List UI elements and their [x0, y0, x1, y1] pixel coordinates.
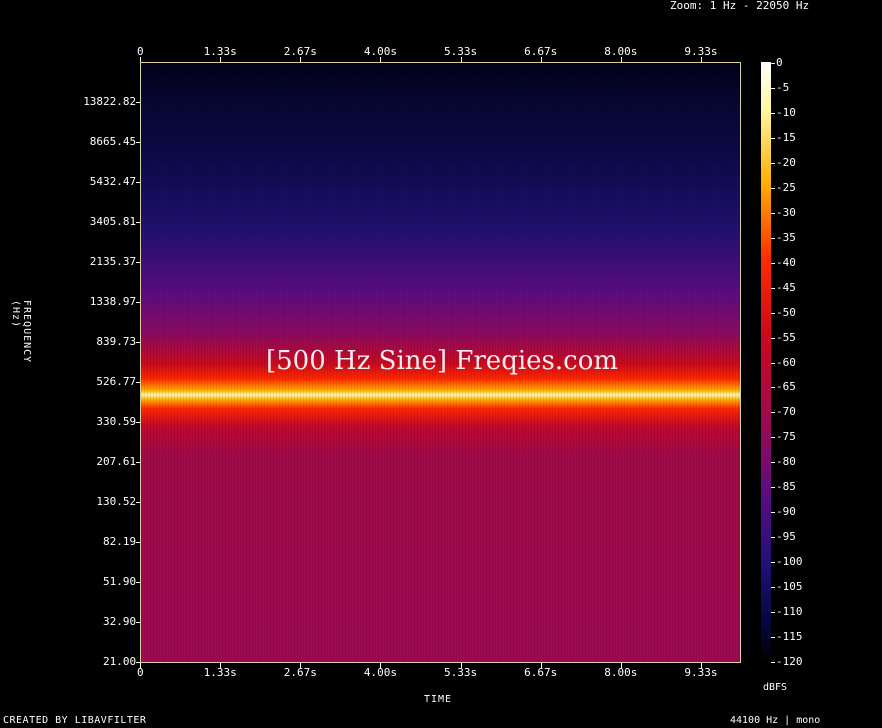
y-tick-label: 207.61 — [96, 455, 137, 468]
colorbar-tick-mark — [771, 187, 775, 189]
colorbar-tick-label: -15 — [776, 130, 796, 144]
colorbar-tick-label: -10 — [776, 105, 796, 119]
colorbar-tick-mark — [771, 337, 775, 339]
colorbar-tick-mark — [771, 437, 775, 439]
y-tick-label: 526.77 — [96, 375, 137, 388]
colorbar-tick-label: -20 — [776, 155, 796, 169]
x-axis-label: TIME — [424, 694, 453, 705]
colorbar-tick-label: -65 — [776, 380, 796, 394]
colorbar-tick-label: -60 — [776, 355, 796, 369]
footer-right: 44100 Hz | mono — [730, 715, 821, 726]
y-tick-label: 51.90 — [103, 575, 137, 588]
colorbar-tick-label: -85 — [776, 480, 796, 494]
colorbar-tick-mark — [771, 462, 775, 464]
x-tick-label-bottom: 6.67s — [524, 666, 558, 679]
x-tick-mark-bottom — [380, 663, 382, 668]
colorbar-tick-label: -75 — [776, 430, 796, 444]
zoom-label: Zoom: 1 Hz - 22050 Hz — [670, 0, 810, 12]
colorbar-tick-mark — [771, 487, 775, 489]
y-tick-label: 13822.82 — [83, 95, 137, 108]
colorbar-tick-mark — [771, 162, 775, 164]
y-tick-label: 130.52 — [96, 495, 137, 508]
x-tick-mark-bottom — [220, 663, 222, 668]
colorbar — [761, 62, 771, 663]
colorbar-tick-mark — [771, 362, 775, 364]
x-tick-label-bottom: 8.00s — [604, 666, 638, 679]
colorbar-tick-label: -50 — [776, 305, 796, 319]
colorbar-tick-label: 0 — [776, 56, 783, 69]
colorbar-tick-mark — [771, 237, 775, 239]
colorbar-tick-label: -35 — [776, 230, 796, 244]
colorbar-tick-label: -40 — [776, 255, 796, 269]
y-tick-label: 82.19 — [103, 535, 137, 548]
colorbar-tick-mark — [771, 587, 775, 589]
watermark-text: [500 Hz Sine] Freqies.com — [266, 346, 619, 376]
colorbar-gradient — [761, 62, 771, 663]
x-tick-mark-bottom — [700, 663, 702, 668]
y-tick-label: 3405.81 — [89, 215, 137, 228]
colorbar-tick-label: -55 — [776, 330, 796, 344]
x-tick-label-bottom: 0 — [137, 666, 144, 679]
y-axis-label-text: FREQUENCY (Hz) — [10, 300, 32, 364]
y-tick-label: 8665.45 — [89, 135, 137, 148]
colorbar-tick-label: -5 — [776, 80, 790, 94]
colorbar-tick-label: -115 — [776, 630, 803, 644]
x-tick-label-bottom: 2.67s — [283, 666, 317, 679]
colorbar-tick-label: -120 — [776, 655, 803, 668]
y-axis-label: FREQUENCY (Hz) — [2, 300, 44, 460]
colorbar-tick-mark — [771, 662, 775, 663]
x-tick-mark-bottom — [460, 663, 462, 668]
colorbar-tick-mark — [771, 287, 775, 289]
x-tick-mark-bottom — [620, 663, 622, 668]
x-tick-mark-bottom — [140, 663, 141, 668]
colorbar-tick-label: -25 — [776, 180, 796, 194]
colorbar-tick-mark — [771, 387, 775, 389]
footer-left: CREATED BY LIBAVFILTER — [3, 715, 147, 726]
colorbar-tick-mark — [771, 412, 775, 414]
colorbar-tick-label: -45 — [776, 280, 796, 294]
x-tick-label-bottom: 9.33s — [684, 666, 718, 679]
colorbar-tick-label: -110 — [776, 605, 803, 619]
y-tick-label: 1338.97 — [89, 295, 137, 308]
x-tick-mark-bottom — [540, 663, 542, 668]
colorbar-tick-mark — [771, 63, 775, 64]
colorbar-tick-mark — [771, 537, 775, 539]
colorbar-tick-mark — [771, 512, 775, 514]
y-tick-label: 32.90 — [103, 615, 137, 628]
colorbar-tick-mark — [771, 562, 775, 564]
colorbar-tick-label: -105 — [776, 580, 803, 594]
colorbar-tick-mark — [771, 262, 775, 264]
colorbar-tick-mark — [771, 87, 775, 89]
colorbar-tick-mark — [771, 312, 775, 314]
x-tick-label-bottom: 1.33s — [203, 666, 237, 679]
colorbar-tick-mark — [771, 137, 775, 139]
y-tick-label: 5432.47 — [89, 175, 137, 188]
colorbar-tick-label: -70 — [776, 405, 796, 419]
colorbar-tick-mark — [771, 112, 775, 114]
colorbar-tick-mark — [771, 637, 775, 639]
colorbar-tick-label: -30 — [776, 205, 796, 219]
x-tick-label-bottom: 4.00s — [363, 666, 398, 679]
colorbar-unit: dBFS — [763, 682, 788, 693]
y-tick-label: 330.59 — [96, 415, 137, 428]
y-tick-label: 21.00 — [103, 655, 137, 668]
x-tick-label-bottom: 5.33s — [444, 666, 478, 679]
y-tick-label: 2135.37 — [89, 255, 137, 268]
colorbar-tick-label: -100 — [776, 555, 803, 569]
colorbar-tick-label: -80 — [776, 455, 796, 469]
colorbar-tick-label: -90 — [776, 505, 796, 519]
colorbar-tick-label: -95 — [776, 530, 796, 544]
colorbar-tick-mark — [771, 612, 775, 614]
colorbar-tick-mark — [771, 212, 775, 214]
y-tick-label: 839.73 — [96, 335, 137, 348]
x-tick-mark-bottom — [300, 663, 302, 668]
